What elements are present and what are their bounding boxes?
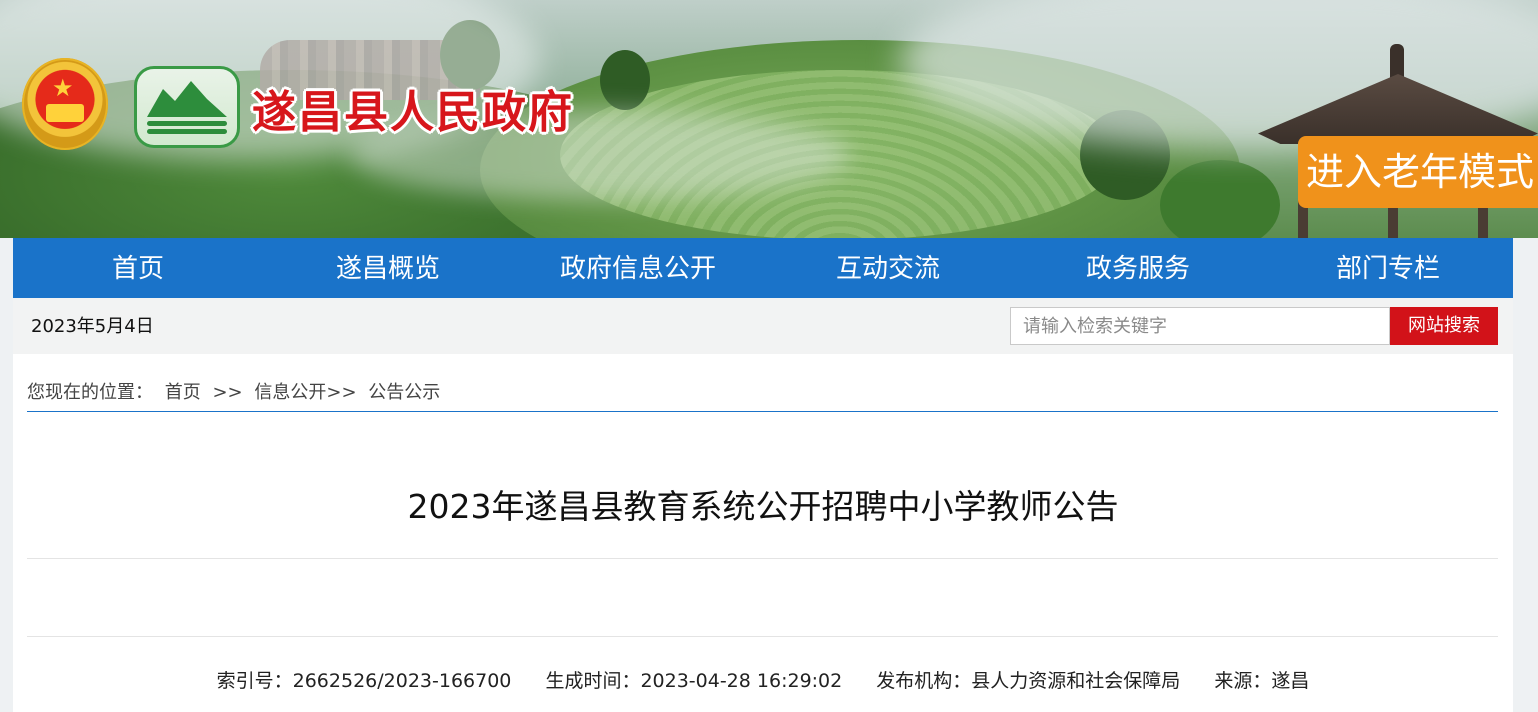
nav-item-departments[interactable]: 部门专栏 [1263, 238, 1513, 298]
elder-mode-button[interactable]: 进入老年模式 [1298, 136, 1538, 208]
meta-generated-time: 生成时间：2023-04-28 16:29:02 [545, 670, 843, 692]
breadcrumb-home[interactable]: 首页 [165, 382, 201, 403]
banner-tree [600, 50, 650, 110]
divider [27, 636, 1498, 637]
current-date: 2023年5月4日 [31, 316, 154, 337]
toolbar: 2023年5月4日 网站搜索 [13, 298, 1513, 354]
search-input[interactable] [1010, 307, 1390, 345]
breadcrumb-divider [27, 411, 1498, 412]
article-title: 2023年遂昌县教育系统公开招聘中小学教师公告 [407, 487, 1119, 526]
meta-source: 来源：遂昌 [1214, 670, 1310, 692]
main-nav: 首页 遂昌概览 政府信息公开 互动交流 政务服务 部门专栏 [13, 238, 1513, 298]
breadcrumb-separator: >> [212, 382, 243, 403]
divider [27, 558, 1498, 559]
nav-item-info-disclosure[interactable]: 政府信息公开 [513, 238, 763, 298]
breadcrumb-separator: >> [326, 382, 357, 403]
nav-item-home[interactable]: 首页 [13, 238, 263, 298]
article-meta: 索引号：2662526/2023-166700 生成时间：2023-04-28 … [13, 666, 1513, 693]
nav-item-overview[interactable]: 遂昌概览 [263, 238, 513, 298]
main-panel: 首页 遂昌概览 政府信息公开 互动交流 政务服务 部门专栏 2023年5月4日 … [13, 238, 1513, 712]
header-banner: ★ 遂昌县人民政府 进入老年模式 [0, 0, 1538, 238]
breadcrumb-info[interactable]: 信息公开 [254, 382, 326, 403]
nav-item-gov-services[interactable]: 政务服务 [1013, 238, 1263, 298]
meta-publisher: 发布机构：县人力资源和社会保障局 [876, 670, 1181, 692]
breadcrumb-notices[interactable]: 公告公示 [368, 382, 440, 403]
breadcrumb: 您现在的位置： 首页 >> 信息公开>> 公告公示 [27, 378, 440, 404]
county-logo-icon [134, 66, 240, 148]
site-title: 遂昌县人民政府 [252, 87, 574, 138]
national-emblem-icon: ★ [22, 58, 108, 150]
meta-index: 索引号：2662526/2023-166700 [216, 670, 512, 692]
search-button[interactable]: 网站搜索 [1390, 307, 1498, 345]
nav-item-interaction[interactable]: 互动交流 [763, 238, 1013, 298]
breadcrumb-prefix: 您现在的位置： [27, 382, 153, 403]
